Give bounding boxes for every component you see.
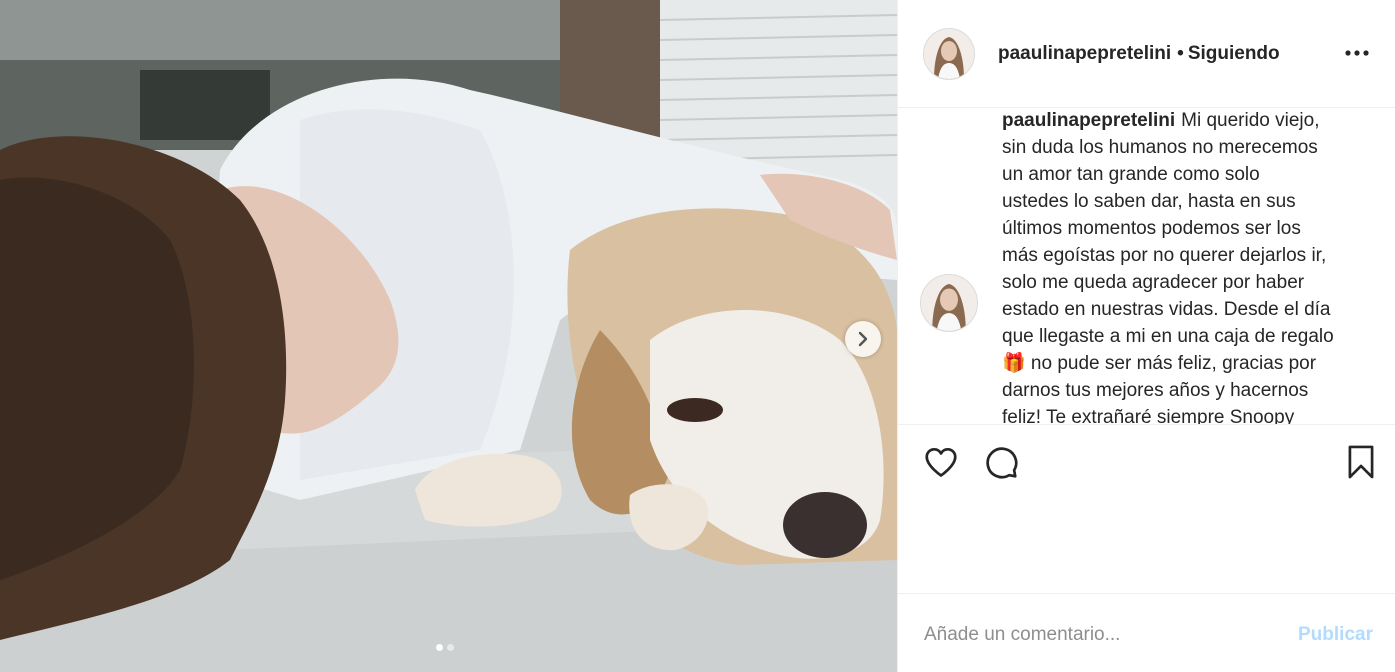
- header-user-line: paaulinapepretelini • Siguiendo: [998, 43, 1280, 65]
- avatar-image: [924, 29, 974, 79]
- caption-text: Mi querido viejo, sin duda los humanos n…: [1002, 110, 1334, 424]
- header-separator: •: [1177, 43, 1184, 64]
- avatar-image: [921, 275, 977, 331]
- caption-avatar[interactable]: [920, 274, 978, 332]
- chevron-right-icon: [858, 331, 868, 347]
- carousel-dot-active: [436, 644, 443, 651]
- bookmark-icon[interactable]: [1342, 443, 1380, 481]
- comments-section[interactable]: paaulinapepretelini Mi querido viejo, sin…: [898, 108, 1395, 424]
- post-header: paaulinapepretelini • Siguiendo: [898, 0, 1395, 108]
- header-username[interactable]: paaulinapepretelini: [998, 43, 1171, 64]
- post-caption: paaulinapepretelini Mi querido viejo, sin…: [1002, 108, 1374, 424]
- post-side-panel: paaulinapepretelini • Siguiendo paaulinape…: [897, 0, 1395, 672]
- photo-illustration: [0, 0, 897, 672]
- carousel-dot: [447, 644, 454, 651]
- caption-username[interactable]: paaulinapepretelini: [1002, 110, 1175, 131]
- more-options-icon[interactable]: [1344, 42, 1370, 64]
- comment-input[interactable]: [922, 616, 1286, 654]
- add-comment-bar: Publicar: [898, 594, 1395, 672]
- post-photo[interactable]: [0, 0, 897, 672]
- follow-status[interactable]: Siguiendo: [1188, 43, 1280, 64]
- comment-icon[interactable]: [982, 443, 1020, 481]
- action-bar: [898, 424, 1395, 594]
- next-slide-button[interactable]: [845, 321, 881, 357]
- carousel-indicator: [436, 644, 454, 651]
- publish-button[interactable]: Publicar: [1298, 624, 1373, 646]
- header-avatar[interactable]: [923, 28, 975, 80]
- heart-icon[interactable]: [922, 443, 960, 481]
